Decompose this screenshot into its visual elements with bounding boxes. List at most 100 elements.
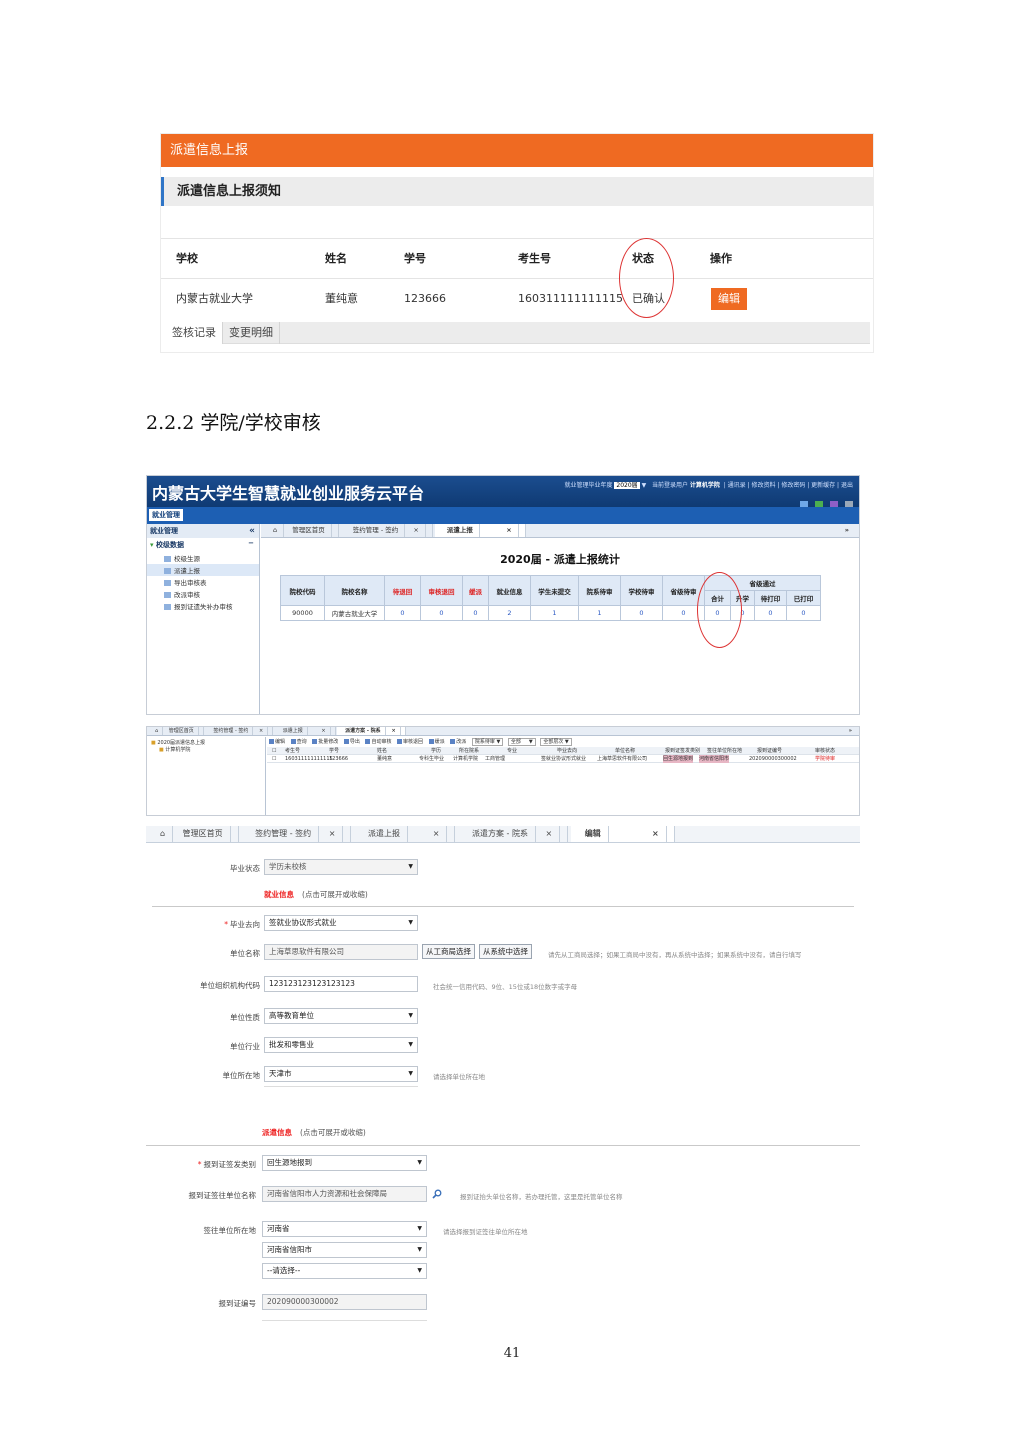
cell-dept-pending[interactable]: 1 xyxy=(578,605,621,621)
close-icon[interactable]: × xyxy=(322,826,344,842)
query-button[interactable]: 查询 xyxy=(291,739,307,745)
top-links[interactable]: 通讯录 | 修改资料 | 修改密码 | 更新缓存 | 退出 xyxy=(728,482,853,489)
sidebar-item-export-review[interactable]: 导出审核表 xyxy=(147,576,259,588)
tab-home[interactable]: ⌂ 管理区首页 xyxy=(261,524,339,537)
collapse-icon[interactable]: « xyxy=(249,524,255,538)
tab-home[interactable]: ⌂ 管理区首页 xyxy=(146,826,239,842)
notice-title[interactable]: 派遣信息上报须知 xyxy=(161,177,873,206)
city-select[interactable]: 河南省信阳市 ▼ xyxy=(262,1242,427,1258)
col-student-id[interactable]: 学号 xyxy=(329,747,339,755)
col-unit-name[interactable]: 单位名称 xyxy=(615,747,635,755)
sidebar-item-redispatch-review[interactable]: 改派审核 xyxy=(147,588,259,600)
menu-employment[interactable]: 就业管理 xyxy=(149,509,183,521)
edit-button[interactable]: 编辑 xyxy=(269,739,285,745)
year-select[interactable]: 2020届 xyxy=(614,482,640,489)
cert-type-select[interactable]: 回生源地报到 ▼ xyxy=(262,1155,427,1171)
sidebar-item-school-source[interactable]: 校级生源 xyxy=(147,552,259,564)
graduation-status-select[interactable]: 学历未校核 ▼ xyxy=(264,859,418,875)
tab-sign-records[interactable]: 签核记录 xyxy=(166,322,223,344)
dispatch-section-header[interactable]: 派遣信息 (点击可展开或收缩) xyxy=(262,1127,366,1138)
status-filter-select[interactable]: 院系待审 ▼ xyxy=(471,738,504,746)
redispatch-button[interactable]: 改派 xyxy=(450,739,466,745)
expand-tabs-icon[interactable]: » xyxy=(839,524,855,537)
close-icon[interactable]: × xyxy=(255,727,269,735)
tab-home[interactable]: ⌂ 管理区首页 xyxy=(147,727,204,735)
col-exam-id[interactable]: 考生号 xyxy=(285,747,300,755)
district-select[interactable]: --请选择-- ▼ xyxy=(262,1263,427,1279)
cell-pending-return[interactable]: 0 xyxy=(384,605,421,621)
edit-form: ⌂ 管理区首页 签约管理 - 签约 × 派遣上报 × 派遣方案 - 院系 × 编… xyxy=(146,826,860,1326)
close-icon[interactable]: × xyxy=(500,524,519,537)
tab-signing[interactable]: 签约管理 - 签约 × xyxy=(341,524,433,537)
select-all-checkbox[interactable]: ☐ xyxy=(272,747,276,755)
industry-select[interactable]: 批发和零售业 ▼ xyxy=(264,1037,418,1053)
sidebar-item-lost-cert-review[interactable]: 报到证遗失补办审核 xyxy=(147,600,259,612)
location-select[interactable]: 天津市 ▼ xyxy=(264,1066,418,1082)
destination-select[interactable]: 签就业协议形式就业 ▼ xyxy=(264,915,418,931)
graduation-status-label: 毕业状态 xyxy=(230,864,260,873)
table-row[interactable]: ☐ 160311111111115 123666 董纯意 专科生毕业 计算机学院… xyxy=(267,755,859,763)
select-from-system-button[interactable]: 从系统中选择 xyxy=(479,944,532,959)
sidebar-group[interactable]: ▾ 校级数据 − xyxy=(147,538,259,552)
cell-deferred[interactable]: 0 xyxy=(462,605,489,621)
cell-review-return[interactable]: 0 xyxy=(420,605,463,621)
sidebar-item-dispatch-report[interactable]: 派遣上报 xyxy=(147,564,259,576)
col-department[interactable]: 所在院系 xyxy=(459,747,479,755)
close-icon[interactable]: × xyxy=(539,826,561,842)
tab-change-details[interactable]: 变更明细 xyxy=(223,322,280,344)
unit-name-input[interactable]: 上海草思软件有限公司 xyxy=(264,944,418,960)
cell-school-pending[interactable]: 0 xyxy=(620,605,663,621)
close-icon[interactable]: × xyxy=(407,524,426,537)
tab-signing[interactable]: 签约管理 - 签约 × xyxy=(241,826,352,842)
tab-label: 派遣上报 xyxy=(279,727,308,735)
batch-edit-button[interactable]: 批量修改 xyxy=(312,739,338,745)
close-icon[interactable]: × xyxy=(645,826,667,842)
cert-no-input[interactable]: 202090000300002 xyxy=(262,1294,427,1310)
tab-dispatch-scheme[interactable]: 派遣方案 - 院系 × xyxy=(458,826,569,842)
close-icon[interactable]: × xyxy=(387,727,401,735)
tab-dispatch-report[interactable]: 派遣上报 × xyxy=(354,826,456,842)
tree-child[interactable]: ■ 计算机学院 xyxy=(151,747,261,754)
scope-filter-select[interactable]: 全部 ▼ xyxy=(507,738,536,746)
col-cert-no[interactable]: 报到证编号 xyxy=(757,747,782,755)
col-major[interactable]: 专业 xyxy=(507,747,517,755)
org-code-input[interactable]: 123123123123123123 xyxy=(264,976,418,992)
industry-label: 单位行业 xyxy=(230,1042,260,1051)
search-icon[interactable] xyxy=(432,1189,442,1199)
cell-printed[interactable]: 0 xyxy=(786,605,821,621)
row-checkbox[interactable]: ☐ xyxy=(272,755,276,763)
expand-tabs-icon[interactable]: » xyxy=(845,727,856,735)
defer-button[interactable]: 缓派 xyxy=(429,739,445,745)
level-filter-select[interactable]: 全部层次 ▼ xyxy=(540,738,572,746)
edit-button[interactable]: 编辑 xyxy=(711,288,747,310)
select-from-business-bureau-button[interactable]: 从工商局选择 xyxy=(422,944,475,959)
sidebar: 就业管理 « ▾ 校级数据 − 校级生源 派遣上报 导出审核表 改派审核 报到证… xyxy=(147,524,260,714)
col-cert-location[interactable]: 签往单位所在地 xyxy=(707,747,742,755)
cert-unit-input[interactable]: 河南省信阳市人力资源和社会保障局 xyxy=(262,1186,427,1202)
unit-nature-select[interactable]: 高等教育单位 ▼ xyxy=(264,1008,418,1024)
col-name[interactable]: 姓名 xyxy=(377,747,387,755)
col-education[interactable]: 学历 xyxy=(431,747,441,755)
review-return-button[interactable]: 审核退回 xyxy=(397,739,423,745)
tree-root[interactable]: ■ 2020届派遣信息上报 xyxy=(151,740,261,747)
col-cert-type[interactable]: 报到证签发类别 xyxy=(665,747,700,755)
col-review-status[interactable]: 审核状态 xyxy=(815,747,835,755)
minus-icon[interactable]: − xyxy=(248,539,254,547)
employment-section-header[interactable]: 就业信息 (点击可展开或收缩) xyxy=(264,889,368,900)
tab-signing[interactable]: 签约管理 - 签约 × xyxy=(205,727,274,735)
cell-not-submitted[interactable]: 1 xyxy=(530,605,579,621)
col-destination[interactable]: 毕业去向 xyxy=(557,747,577,755)
cell-to-print[interactable]: 0 xyxy=(754,605,787,621)
main-content: ⌂ 管理区首页 签约管理 - 签约 × 派遣上报 × » 2020届 - 派遣上… xyxy=(261,524,859,714)
tab-dispatch-report[interactable]: 派遣上报 × xyxy=(434,524,526,537)
export-button[interactable]: 导出 xyxy=(344,739,360,745)
cell-employment-info[interactable]: 2 xyxy=(488,605,531,621)
tab-dispatch-report[interactable]: 派遣上报 × xyxy=(275,727,336,735)
year-label: 就业管理毕业年度 xyxy=(564,482,613,489)
province-select[interactable]: 河南省 ▼ xyxy=(262,1221,427,1237)
tab-edit[interactable]: 编辑 × xyxy=(570,826,675,842)
close-icon[interactable]: × xyxy=(317,727,331,735)
auto-review-button[interactable]: 自动审核 xyxy=(365,739,391,745)
tab-dispatch-scheme[interactable]: 派遣方案 - 院系 × xyxy=(337,727,406,735)
close-icon[interactable]: × xyxy=(426,826,448,842)
